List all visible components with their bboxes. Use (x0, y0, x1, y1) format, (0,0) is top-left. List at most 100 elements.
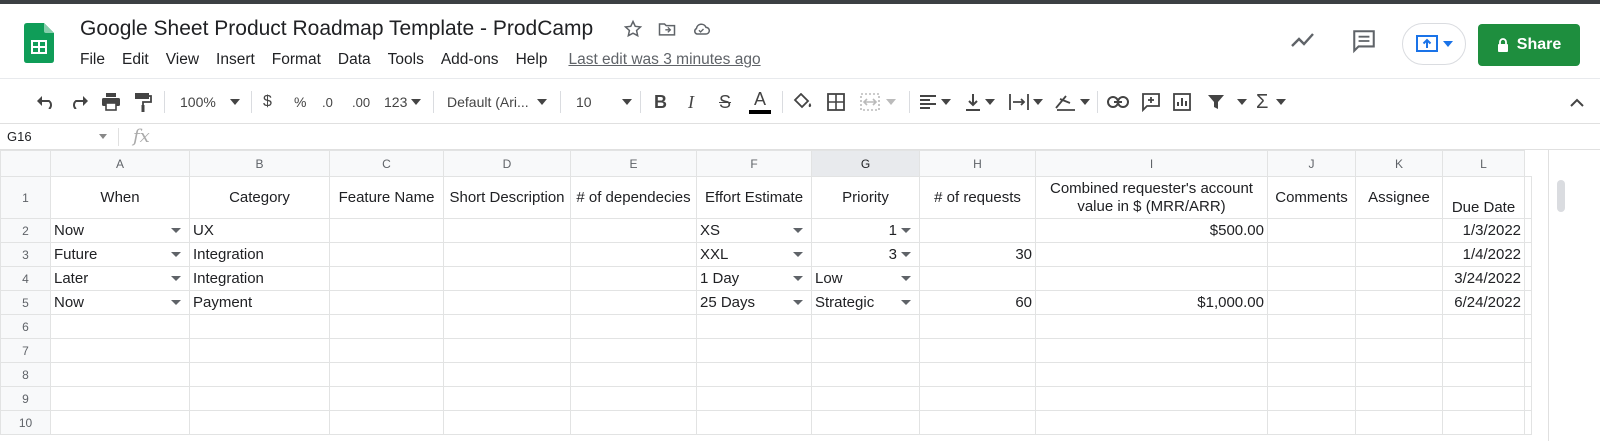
cell[interactable] (1355, 338, 1443, 363)
row-header[interactable]: 9 (0, 386, 51, 411)
cell[interactable] (1035, 242, 1268, 267)
column-header-h[interactable]: H (919, 150, 1036, 177)
cell[interactable] (329, 338, 444, 363)
cell[interactable]: 3/24/2022 (1442, 266, 1525, 291)
cell[interactable] (696, 386, 812, 411)
cell[interactable] (1267, 242, 1356, 267)
cell[interactable]: UX (189, 218, 330, 243)
header-cell[interactable]: Combined requester's account value in $ … (1035, 176, 1268, 219)
strikethrough-button[interactable]: S (719, 79, 731, 125)
cell[interactable] (189, 338, 330, 363)
row-header[interactable]: 8 (0, 362, 51, 387)
star-icon[interactable] (622, 18, 644, 40)
select-all-corner[interactable] (0, 150, 51, 177)
row-header[interactable]: 3 (0, 242, 51, 267)
scrollbar-thumb[interactable] (1557, 180, 1565, 212)
column-header-c[interactable]: C (329, 150, 444, 177)
cell[interactable] (811, 314, 920, 339)
cell[interactable] (570, 314, 697, 339)
sheets-logo-icon[interactable] (24, 23, 54, 63)
cell[interactable] (329, 362, 444, 387)
cell[interactable] (1442, 386, 1525, 411)
column-header-l[interactable]: L (1442, 150, 1525, 177)
cell[interactable] (1442, 314, 1525, 339)
cell[interactable] (329, 266, 444, 291)
cell[interactable] (696, 362, 812, 387)
dropdown-arrow-icon[interactable] (901, 228, 911, 233)
cell[interactable]: Later (50, 266, 190, 291)
cell[interactable] (1355, 314, 1443, 339)
cell[interactable] (1267, 290, 1356, 315)
dropdown-arrow-icon[interactable] (793, 252, 803, 257)
cell[interactable]: 1/4/2022 (1442, 242, 1525, 267)
header-cell[interactable]: Priority (811, 176, 920, 219)
print-icon[interactable] (101, 79, 121, 125)
menu-view[interactable]: View (166, 51, 199, 69)
cell[interactable]: $1,000.00 (1035, 290, 1268, 315)
insert-comment-icon[interactable] (1141, 79, 1161, 125)
cell[interactable] (1267, 338, 1356, 363)
cell[interactable] (570, 410, 697, 435)
cell[interactable] (443, 314, 571, 339)
row-header[interactable]: 1 (0, 176, 51, 219)
cell[interactable] (50, 386, 190, 411)
column-header-g[interactable]: G (811, 150, 920, 177)
cell[interactable] (329, 242, 444, 267)
italic-button[interactable]: I (688, 79, 694, 125)
cell[interactable] (443, 410, 571, 435)
header-cell[interactable]: Feature Name (329, 176, 444, 219)
cell[interactable] (570, 242, 697, 267)
name-box[interactable]: G16 (7, 129, 32, 144)
cell[interactable] (189, 410, 330, 435)
cell[interactable]: 60 (919, 290, 1036, 315)
column-header-b[interactable]: B (189, 150, 330, 177)
header-cell[interactable]: # of dependecies (570, 176, 697, 219)
functions-icon[interactable]: Σ (1256, 79, 1287, 125)
cell[interactable] (919, 218, 1036, 243)
menu-data[interactable]: Data (338, 51, 371, 69)
text-rotation-icon[interactable] (1054, 79, 1090, 125)
header-cell[interactable]: # of requests (919, 176, 1036, 219)
cell[interactable] (50, 338, 190, 363)
cell[interactable] (811, 410, 920, 435)
increase-decimal-button[interactable]: .00 (352, 79, 370, 125)
cell[interactable] (443, 386, 571, 411)
share-button[interactable]: Share (1478, 24, 1580, 66)
cell[interactable]: 6/24/2022 (1442, 290, 1525, 315)
cell[interactable]: Strategic (811, 290, 920, 315)
cell[interactable] (1355, 386, 1443, 411)
cell[interactable] (1035, 314, 1268, 339)
cell[interactable] (189, 386, 330, 411)
header-cell[interactable]: Assignee (1355, 176, 1443, 219)
cell[interactable]: 1 Day (696, 266, 812, 291)
cell[interactable] (570, 218, 697, 243)
cell[interactable] (50, 410, 190, 435)
dropdown-arrow-icon[interactable] (171, 252, 181, 257)
cell[interactable] (189, 362, 330, 387)
header-cell[interactable]: Effort Estimate (696, 176, 812, 219)
cell[interactable] (1355, 410, 1443, 435)
column-header-i[interactable]: I (1035, 150, 1268, 177)
header-cell[interactable]: Category (189, 176, 330, 219)
cell[interactable] (1267, 266, 1356, 291)
cell[interactable]: Payment (189, 290, 330, 315)
cell[interactable] (696, 314, 812, 339)
cell[interactable]: $500.00 (1035, 218, 1268, 243)
filter-icon[interactable] (1207, 79, 1247, 125)
menu-insert[interactable]: Insert (216, 51, 255, 69)
cell[interactable] (443, 218, 571, 243)
decrease-decimal-button[interactable]: .0 (322, 79, 333, 125)
header-cell[interactable]: Short Description (443, 176, 571, 219)
horizontal-align-icon[interactable] (919, 79, 951, 125)
cell[interactable] (919, 338, 1036, 363)
cell[interactable] (50, 314, 190, 339)
dropdown-arrow-icon[interactable] (171, 228, 181, 233)
cell[interactable] (1267, 218, 1356, 243)
cell[interactable] (919, 266, 1036, 291)
row-header[interactable]: 7 (0, 338, 51, 363)
cell[interactable] (443, 290, 571, 315)
insert-link-icon[interactable] (1107, 79, 1129, 125)
menu-edit[interactable]: Edit (122, 51, 149, 69)
borders-icon[interactable] (827, 79, 845, 125)
cell[interactable] (329, 410, 444, 435)
